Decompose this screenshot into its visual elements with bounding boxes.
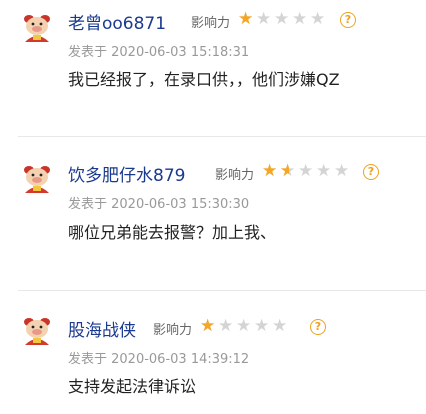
post-date: 发表于 2020-06-03 15:30:30: [68, 197, 250, 212]
star-icon: ★★: [256, 9, 272, 29]
star-icon: ★★: [272, 316, 288, 336]
star-icon: ★★: [316, 161, 332, 181]
star-icon: ★★: [334, 161, 350, 181]
star-icon: ★★: [236, 316, 252, 336]
star-icon: ★★: [262, 161, 278, 181]
influence-rating: ★★★★★★★★★★: [262, 161, 351, 181]
help-icon[interactable]: ?: [310, 319, 326, 335]
comment-text: 支持发起法律诉讼: [68, 377, 197, 396]
star-icon: ★★: [292, 9, 308, 29]
piggy-avatar-icon: [24, 15, 50, 42]
influence-label: 影响力: [215, 168, 255, 183]
username-link[interactable]: 老曾oo6871: [68, 9, 166, 34]
comment-item: 股海战侠 影响力 ★★★★★★★★★★ ? 发表于 2020-06-03 14:…: [0, 291, 426, 414]
star-icon: ★★: [254, 316, 270, 336]
comment-text: 我已经报了，在录口供，，他们涉嫌QZ: [68, 70, 340, 89]
comment-text: 哪位兄弟能去报警？加上我、: [68, 223, 277, 242]
star-icon: ★★: [238, 9, 254, 29]
help-icon[interactable]: ?: [363, 164, 379, 180]
piggy-avatar-icon: [24, 318, 50, 345]
comment-item: 饮多肥仔水879 影响力 ★★★★★★★★★★ ? 发表于 2020-06-03…: [0, 137, 426, 290]
username-link[interactable]: 饮多肥仔水879: [68, 161, 185, 186]
avatar[interactable]: [20, 12, 54, 42]
username-link[interactable]: 股海战侠: [68, 316, 136, 341]
star-icon: ★★: [200, 316, 216, 336]
post-date: 发表于 2020-06-03 15:18:31: [68, 45, 250, 60]
help-icon[interactable]: ?: [340, 12, 356, 28]
star-icon: ★★: [218, 316, 234, 336]
avatar[interactable]: [20, 315, 54, 345]
influence-rating: ★★★★★★★★★★: [200, 316, 289, 336]
influence-label: 影响力: [191, 16, 231, 31]
star-icon: ★★: [298, 161, 314, 181]
star-icon: ★★: [280, 161, 296, 181]
post-date: 发表于 2020-06-03 14:39:12: [68, 352, 250, 367]
star-icon: ★★: [310, 9, 326, 29]
star-icon: ★★: [274, 9, 290, 29]
piggy-avatar-icon: [24, 166, 50, 193]
avatar[interactable]: [20, 163, 54, 193]
influence-rating: ★★★★★★★★★★: [238, 9, 327, 29]
influence-label: 影响力: [153, 323, 193, 338]
comment-item: 老曾oo6871 影响力 ★★★★★★★★★★ ? 发表于 2020-06-03…: [0, 0, 426, 136]
